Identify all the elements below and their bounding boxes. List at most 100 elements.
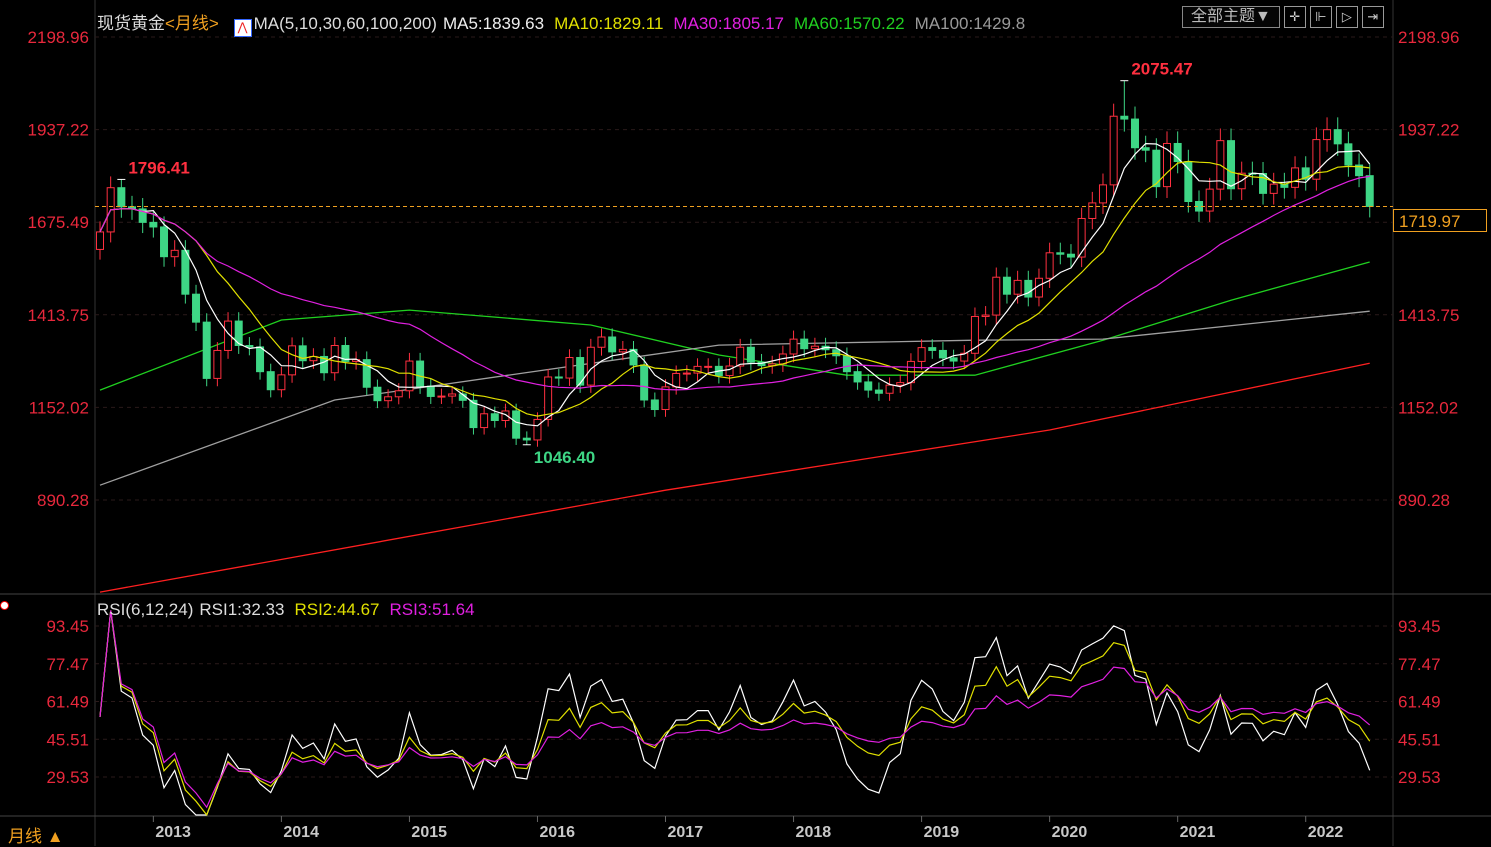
candle-up bbox=[981, 314, 990, 317]
rsi-tick-left: 29.53 bbox=[46, 768, 89, 787]
candle-down bbox=[1141, 147, 1150, 151]
candle-down bbox=[1344, 143, 1353, 166]
candle-down bbox=[746, 346, 755, 363]
rsi2-value: RSI2:44.67 bbox=[294, 600, 380, 619]
extreme-label: 1796.41 bbox=[128, 158, 189, 177]
crosshair-icon[interactable]: ✛ bbox=[1283, 6, 1306, 28]
rsi1-line bbox=[99, 610, 1371, 816]
exit-right-icon[interactable]: ⇥ bbox=[1361, 6, 1384, 28]
candle-up bbox=[704, 365, 713, 368]
candle-up bbox=[597, 336, 606, 348]
candle-up bbox=[586, 346, 595, 386]
candle-down bbox=[1056, 252, 1065, 255]
price-tick-right: 1937.22 bbox=[1398, 121, 1459, 140]
candle-up bbox=[448, 393, 457, 397]
period-button[interactable]: 月线 ▲ bbox=[8, 822, 64, 847]
year-label: 2019 bbox=[924, 824, 960, 841]
rsi-tick-right: 45.51 bbox=[1398, 730, 1441, 749]
candle-up bbox=[1045, 252, 1054, 279]
candle-down bbox=[864, 381, 873, 391]
rsi1-value: RSI1:32.33 bbox=[199, 600, 285, 619]
candle-down bbox=[1184, 161, 1193, 202]
candle-down bbox=[117, 187, 126, 208]
ma5-value: MA5:1839.63 bbox=[442, 14, 545, 33]
candle-up bbox=[917, 347, 926, 362]
year-label: 2020 bbox=[1052, 824, 1088, 841]
candle-up bbox=[1088, 202, 1097, 219]
ma-indicator-icon[interactable]: ⋀ bbox=[233, 19, 252, 37]
ma60-value: MA60:1570.22 bbox=[794, 14, 905, 33]
candle-down bbox=[928, 347, 937, 351]
price-tick-right: 2198.96 bbox=[1398, 28, 1459, 47]
candle-up bbox=[885, 384, 894, 394]
price-tick-right: 1152.02 bbox=[1398, 398, 1458, 417]
candle-up bbox=[384, 396, 393, 402]
candle-up bbox=[1291, 167, 1300, 188]
year-label: 2014 bbox=[283, 824, 319, 841]
candle-down bbox=[949, 357, 958, 362]
chart-header: 现货黄金<月线> ⋀ MA(5,10,30,60,100,200) MA5:1839… bbox=[97, 9, 1035, 37]
candle-up bbox=[810, 345, 819, 350]
candle-up bbox=[437, 395, 446, 398]
candle-up bbox=[1323, 129, 1332, 141]
current-price-label: 1719.97 bbox=[1393, 209, 1487, 232]
candle-down bbox=[1365, 175, 1374, 207]
candle-down bbox=[608, 336, 617, 353]
candle-down bbox=[149, 221, 158, 228]
play-icon[interactable]: ▷ bbox=[1335, 6, 1358, 28]
candle-up bbox=[288, 345, 297, 376]
candle-down bbox=[512, 410, 521, 439]
year-label: 2015 bbox=[411, 824, 447, 841]
candlestick-chart[interactable]: 2198.962198.961937.221937.221675.491675.… bbox=[0, 0, 1491, 846]
candle-up bbox=[1205, 188, 1214, 212]
rsi-tick-right: 93.45 bbox=[1398, 617, 1441, 636]
candle-up bbox=[736, 346, 745, 367]
zoom-range-icon[interactable]: ⊩ bbox=[1309, 6, 1332, 28]
symbol-name: 现货黄金 bbox=[97, 14, 165, 33]
candle-down bbox=[192, 293, 201, 323]
rsi-tick-right: 29.53 bbox=[1398, 768, 1441, 787]
rsi3-value: RSI3:51.64 bbox=[389, 600, 475, 619]
candle-up bbox=[480, 413, 489, 429]
candle-up bbox=[1098, 184, 1107, 204]
year-label: 2017 bbox=[668, 824, 704, 841]
candle-up bbox=[96, 231, 104, 250]
toolbar: 全部主题▼ ✛ ⊩ ▷ ⇥ bbox=[1182, 6, 1384, 28]
candle-up bbox=[672, 372, 681, 388]
price-tick-right: 890.28 bbox=[1398, 491, 1450, 510]
ma-label: MA(5,10,30,60,100,200) bbox=[253, 14, 437, 33]
year-label: 2021 bbox=[1180, 824, 1216, 841]
candle-down bbox=[181, 249, 190, 295]
rsi-marker-icon[interactable] bbox=[0, 601, 9, 610]
candle-up bbox=[896, 382, 905, 386]
rsi-label: RSI(6,12,24) bbox=[97, 600, 194, 619]
candle-up bbox=[789, 338, 798, 355]
candle-down bbox=[469, 399, 478, 429]
price-tick-left: 1152.02 bbox=[29, 398, 89, 417]
rsi-tick-left: 45.51 bbox=[46, 730, 89, 749]
rsi-tick-left: 61.49 bbox=[46, 693, 89, 712]
year-label: 2013 bbox=[155, 824, 191, 841]
candle-down bbox=[416, 360, 425, 387]
candle-up bbox=[618, 348, 627, 353]
candle-down bbox=[800, 338, 809, 350]
candle-down bbox=[1227, 140, 1236, 190]
theme-dropdown[interactable]: 全部主题▼ bbox=[1182, 6, 1280, 28]
rsi-header: RSI(6,12,24) RSI1:32.33 RSI2:44.67 RSI3:51.… bbox=[97, 600, 485, 620]
candle-down bbox=[1066, 253, 1075, 258]
candle-up bbox=[394, 390, 403, 398]
candle-down bbox=[1024, 279, 1033, 298]
price-tick-left: 890.28 bbox=[37, 491, 89, 510]
price-tick-left: 1675.49 bbox=[28, 213, 89, 232]
candle-up bbox=[533, 418, 542, 441]
candle-down bbox=[266, 371, 275, 391]
rsi-tick-right: 77.47 bbox=[1398, 655, 1441, 674]
ma30-value: MA30:1805.17 bbox=[673, 14, 785, 33]
candle-up bbox=[1109, 115, 1118, 186]
extreme-label: 2075.47 bbox=[1131, 60, 1192, 79]
candle-up bbox=[682, 372, 691, 375]
ma10-line bbox=[99, 160, 1370, 417]
candle-up bbox=[725, 365, 734, 377]
candle-down bbox=[1130, 118, 1139, 149]
candle-down bbox=[1173, 142, 1182, 163]
